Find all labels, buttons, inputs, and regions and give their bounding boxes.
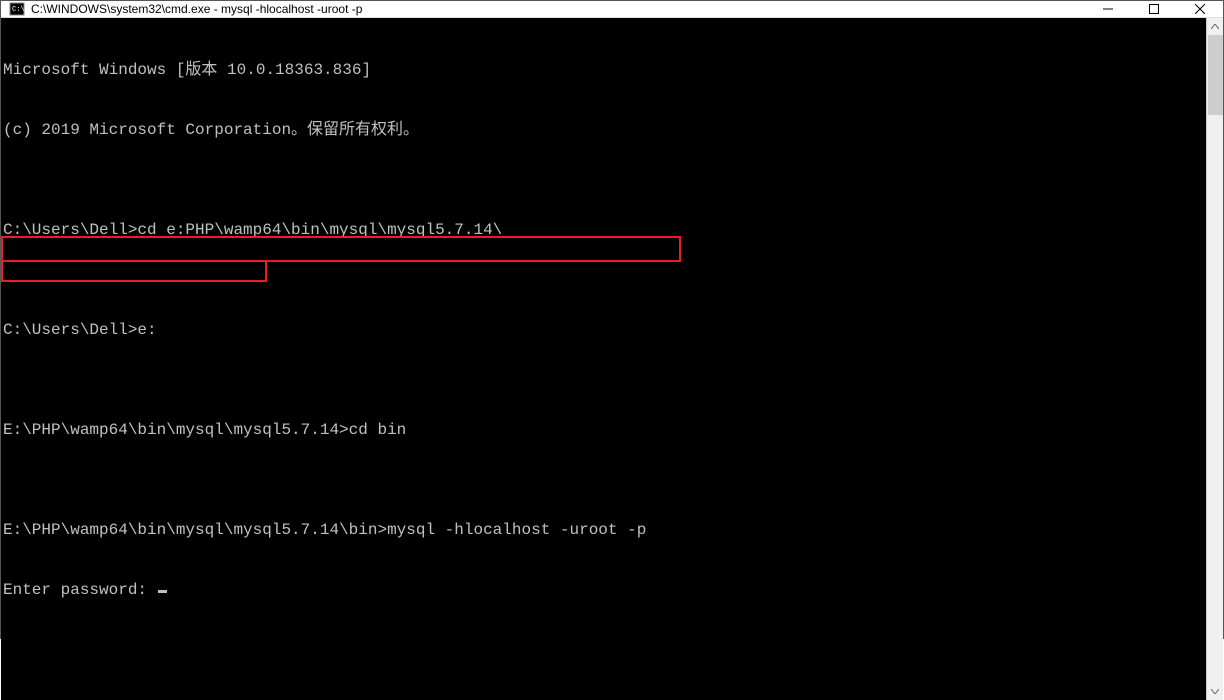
terminal-container: Microsoft Windows [版本 10.0.18363.836] (c… (1, 18, 1223, 700)
term-line: C:\Users\Dell>cd e:PHP\wamp64\bin\mysql\… (3, 220, 1206, 240)
term-line: E:\PHP\wamp64\bin\mysql\mysql5.7.14\bin>… (3, 520, 1206, 540)
terminal-output[interactable]: Microsoft Windows [版本 10.0.18363.836] (c… (1, 18, 1206, 700)
close-button[interactable] (1177, 1, 1223, 17)
svg-text:C:\: C:\ (12, 6, 25, 14)
annotation-highlight-password (1, 260, 267, 282)
minimize-button[interactable] (1085, 1, 1131, 17)
cmd-icon: C:\ (9, 1, 25, 17)
cmd-window: C:\ C:\WINDOWS\system32\cmd.exe - mysql … (0, 0, 1224, 639)
window-title: C:\WINDOWS\system32\cmd.exe - mysql -hlo… (31, 2, 1085, 16)
vertical-scrollbar[interactable] (1206, 18, 1223, 700)
term-line: (c) 2019 Microsoft Corporation。保留所有权利。 (3, 120, 1206, 140)
term-line: E:\PHP\wamp64\bin\mysql\mysql5.7.14>cd b… (3, 420, 1206, 440)
password-prompt: Enter password: (3, 581, 157, 599)
title-bar[interactable]: C:\ C:\WINDOWS\system32\cmd.exe - mysql … (1, 1, 1223, 18)
scroll-up-button[interactable] (1207, 18, 1223, 35)
term-line: C:\Users\Dell>e: (3, 320, 1206, 340)
term-line: Microsoft Windows [版本 10.0.18363.836] (3, 60, 1206, 80)
maximize-button[interactable] (1131, 1, 1177, 17)
window-controls (1085, 1, 1223, 17)
scroll-down-button[interactable] (1207, 683, 1223, 700)
scroll-thumb[interactable] (1208, 35, 1223, 115)
term-line: Enter password: (3, 580, 1206, 600)
cursor-icon (158, 590, 167, 593)
